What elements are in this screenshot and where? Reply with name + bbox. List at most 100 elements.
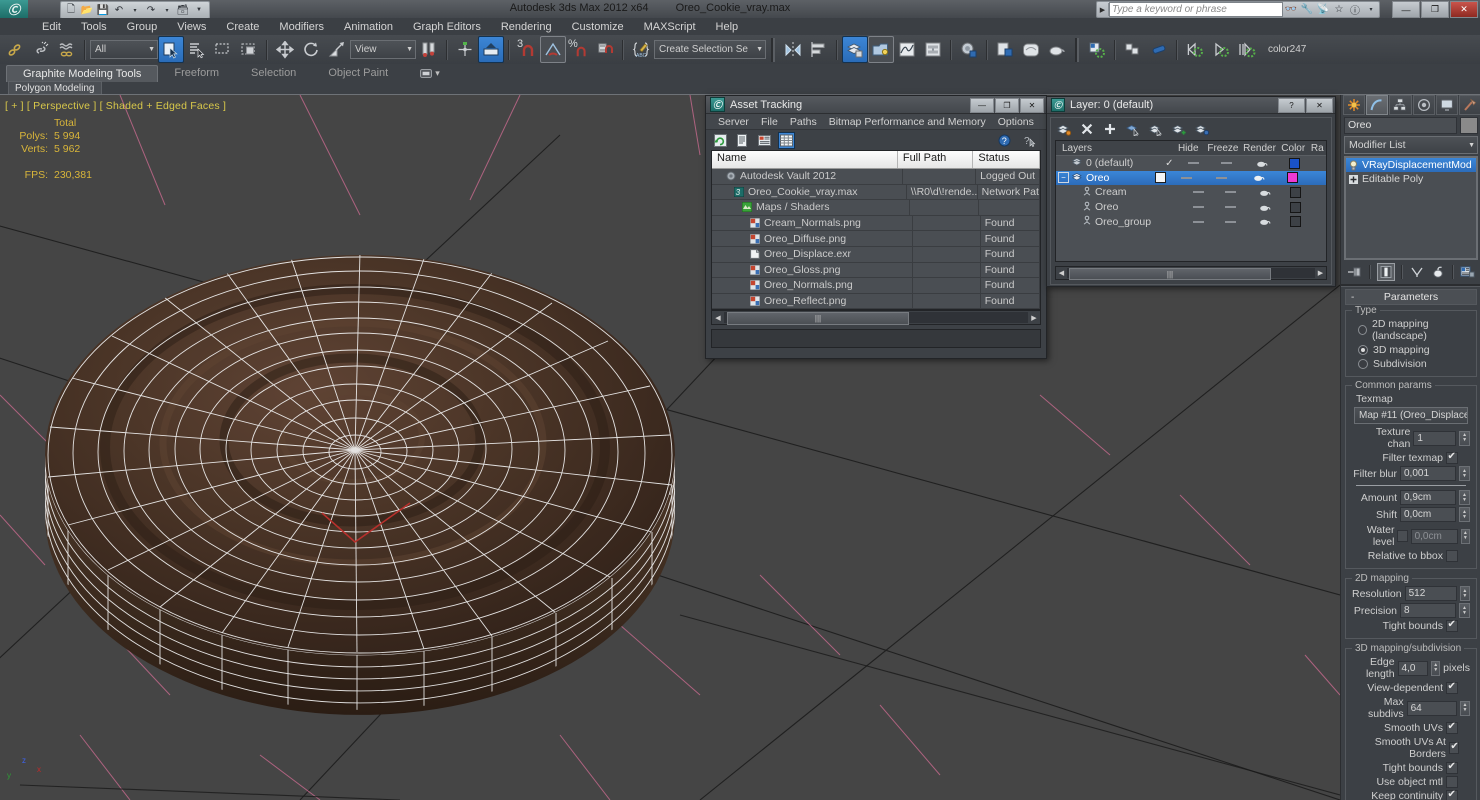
layer-freeze-toggle[interactable]: [1209, 162, 1244, 165]
refresh-icon[interactable]: [712, 132, 729, 149]
amount-input[interactable]: 0,9cm: [1400, 490, 1456, 505]
layer-help-button[interactable]: ?: [1278, 98, 1305, 113]
scroll-thumb[interactable]: |||: [727, 312, 909, 326]
vray-light-icon[interactable]: [1146, 36, 1172, 63]
curve-editor-icon[interactable]: [894, 36, 920, 63]
scroll-right-icon[interactable]: ▶: [1315, 269, 1326, 277]
use-object-mtl-checkbox[interactable]: [1446, 776, 1458, 788]
layer-manager-dialog[interactable]: Ⓒ Layer: 0 (default) ? ✕ Layers Hide Fre…: [1046, 96, 1336, 287]
layer-row[interactable]: Oreo_group: [1056, 214, 1326, 229]
show-end-result-icon[interactable]: [1376, 263, 1395, 281]
layer-freeze-toggle[interactable]: [1214, 191, 1248, 194]
remove-modifier-icon[interactable]: [1430, 264, 1446, 280]
layer-row[interactable]: Oreo: [1056, 200, 1326, 215]
at-menu-paths[interactable]: Paths: [784, 116, 823, 128]
render-production-icon[interactable]: [1044, 36, 1070, 63]
layer-manager-icon[interactable]: [842, 36, 868, 63]
texture-channel-spinner[interactable]: ▲ ▼: [1459, 430, 1470, 446]
ribbon-tab-selection[interactable]: Selection: [235, 65, 312, 81]
viewport-label[interactable]: [ + ] [ Perspective ] [ Shaded + Edged F…: [5, 100, 226, 112]
ribbon-tab-graphite-modeling-tools[interactable]: Graphite Modeling Tools: [6, 64, 159, 82]
vray-frame-buffer-icon[interactable]: [1084, 36, 1110, 63]
menu-item-create[interactable]: Create: [216, 20, 269, 34]
layer-color-swatch[interactable]: [1281, 216, 1310, 228]
ribbon-tab-freeform[interactable]: Freeform: [158, 65, 235, 81]
set-current-layer-to-selection-icon[interactable]: [1195, 122, 1209, 136]
tight-bounds-2d-checkbox[interactable]: [1446, 619, 1458, 632]
tab-utilities[interactable]: [1458, 95, 1480, 115]
precision-input[interactable]: 8: [1400, 603, 1456, 618]
select-and-scale-icon[interactable]: [324, 36, 350, 63]
layer-row[interactable]: − Oreo: [1056, 170, 1326, 186]
texmap-button[interactable]: Map #11 (Oreo_Displace.exr): [1354, 407, 1468, 424]
layer-current-check[interactable]: ✓: [1161, 158, 1178, 169]
table-row[interactable]: Oreo_Normals.png Found: [712, 278, 1040, 294]
help-icon[interactable]: ?: [996, 132, 1013, 149]
expander-icon[interactable]: −: [1058, 172, 1069, 184]
quick-access-toolbar[interactable]: 🗋 📂 💾 ↶ ▾ ↷ ▾ 🗃 ▼: [60, 1, 210, 19]
vray-render-next-icon[interactable]: [1208, 36, 1234, 63]
tab-motion[interactable]: [1412, 95, 1435, 115]
radio-subdivision[interactable]: Subdivision: [1358, 358, 1472, 370]
filter-texmap-checkbox[interactable]: [1446, 451, 1458, 464]
col-hide[interactable]: Hide: [1172, 143, 1205, 154]
rollout-header[interactable]: - Parameters: [1346, 290, 1476, 304]
menu-item-animation[interactable]: Animation: [334, 20, 403, 34]
at-menu-bitmap-performance[interactable]: Bitmap Performance and Memory: [823, 116, 992, 128]
radio-icon[interactable]: [1358, 345, 1368, 355]
communication-center-icon[interactable]: 📡: [1315, 3, 1331, 16]
layer-color-swatch[interactable]: [1281, 201, 1310, 213]
col-name[interactable]: Name: [712, 151, 898, 168]
close-button[interactable]: ✕: [1450, 1, 1478, 18]
modifier-stack[interactable]: VRayDisplacementMod Editable Poly: [1344, 156, 1478, 260]
asset-tracking-hscrollbar[interactable]: ◀ ||| ▶: [711, 310, 1041, 326]
layer-hide-toggle[interactable]: [1178, 162, 1210, 165]
manage-scene-states-icon[interactable]: [868, 36, 894, 63]
col-full-path[interactable]: Full Path: [898, 151, 974, 168]
make-unique-icon[interactable]: [1409, 264, 1425, 280]
ribbon-subtab-polygon-modeling[interactable]: Polygon Modeling: [8, 81, 102, 95]
max-subdivs-spinner[interactable]: ▲ ▼: [1460, 700, 1470, 716]
help-icon[interactable]: ⓘ: [1347, 3, 1363, 17]
scroll-left-icon[interactable]: ◀: [712, 314, 724, 322]
spinner-snap-toggle-icon[interactable]: [592, 36, 618, 63]
details-view-icon[interactable]: [756, 132, 773, 149]
layer-hide-toggle[interactable]: [1184, 191, 1214, 194]
shift-input[interactable]: 0,0cm: [1400, 507, 1456, 522]
layer-color-swatch[interactable]: [1281, 186, 1310, 198]
named-selection-sets-combo[interactable]: Create Selection Se ▼: [654, 40, 766, 59]
amount-spinner[interactable]: ▲ ▼: [1459, 490, 1470, 505]
layer-render-toggle[interactable]: [1240, 173, 1277, 182]
layer-freeze-toggle[interactable]: [1203, 176, 1240, 179]
schematic-view-icon[interactable]: [920, 36, 946, 63]
menu-item-maxscript[interactable]: MAXScript: [634, 20, 706, 34]
vray-render-last-icon[interactable]: [1234, 36, 1260, 63]
at-menu-server[interactable]: Server: [712, 116, 755, 128]
current-layer-checkbox[interactable]: [1155, 172, 1167, 184]
select-and-move-icon[interactable]: [272, 36, 298, 63]
select-and-rotate-icon[interactable]: [298, 36, 324, 63]
resolution-input[interactable]: 512: [1404, 586, 1457, 601]
reference-coordinate-system-combo[interactable]: View ▼: [350, 40, 416, 59]
redo-dropdown-icon[interactable]: ▾: [160, 4, 174, 17]
search-go-icon[interactable]: 👓: [1283, 3, 1299, 16]
rollout-collapse-icon[interactable]: -: [1351, 292, 1354, 303]
menu-item-customize[interactable]: Customize: [562, 20, 634, 34]
col-color[interactable]: Color: [1278, 143, 1309, 154]
at-minimize-button[interactable]: —: [970, 98, 994, 113]
radio-3d-mapping[interactable]: 3D mapping: [1358, 344, 1472, 356]
restore-button[interactable]: ❐: [1421, 1, 1449, 18]
asset-tracking-table[interactable]: Name Full Path Status Autodesk Vault 201…: [711, 150, 1041, 311]
table-row[interactable]: Oreo_Displace.exr Found: [712, 246, 1040, 263]
layer-row[interactable]: 0 (default) ✓: [1056, 156, 1326, 171]
scroll-right-icon[interactable]: ▶: [1028, 314, 1040, 322]
app-menu-button[interactable]: Ⓒ: [0, 0, 28, 18]
select-by-name-icon[interactable]: [184, 36, 210, 63]
vray-render-prev-icon[interactable]: [1182, 36, 1208, 63]
list-view-icon[interactable]: [734, 132, 751, 149]
texture-channel-input[interactable]: 1: [1413, 430, 1457, 446]
modifier-stack-item-vraydisplacementmod[interactable]: VRayDisplacementMod: [1346, 158, 1476, 172]
layer-freeze-toggle[interactable]: [1214, 206, 1248, 209]
add-selection-to-current-layer-icon[interactable]: [1172, 122, 1186, 136]
view-dependent-checkbox[interactable]: [1446, 681, 1458, 694]
